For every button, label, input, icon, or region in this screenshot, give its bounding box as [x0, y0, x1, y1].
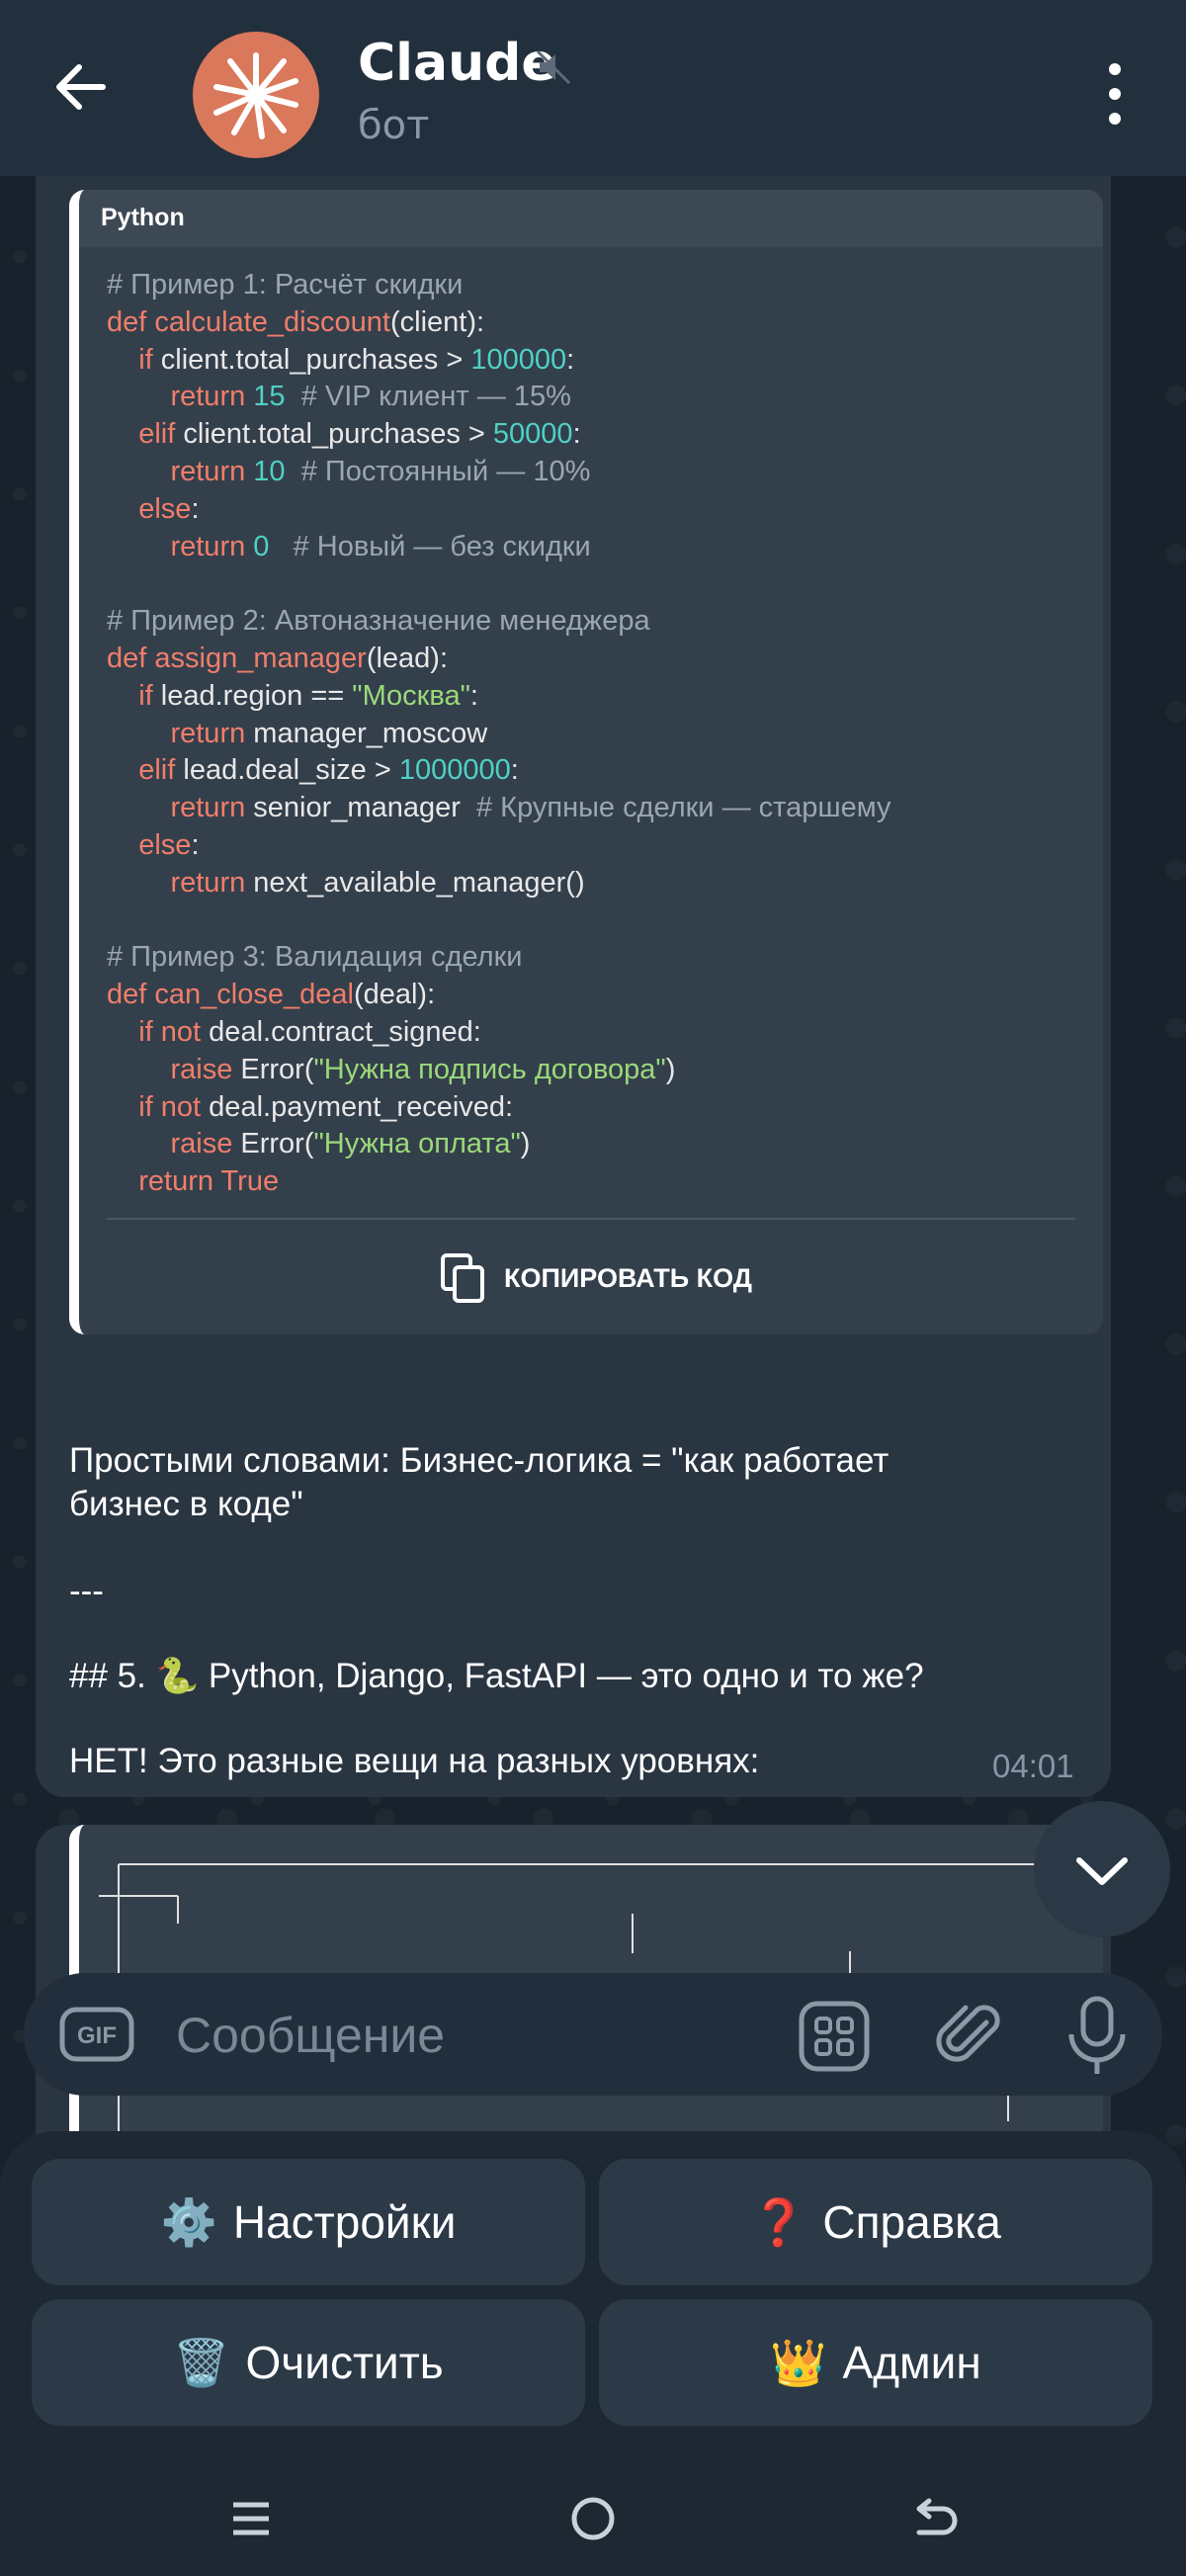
- claude-starburst-icon: [213, 52, 298, 139]
- code-line: return True: [138, 1165, 280, 1198]
- admin-button[interactable]: 👑 Админ: [599, 2299, 1152, 2426]
- avatar[interactable]: [193, 32, 319, 158]
- gear-icon: ⚙️: [160, 2195, 217, 2248]
- clear-button-label: Очистить: [245, 2337, 444, 2388]
- home-circle-icon[interactable]: [569, 2495, 617, 2542]
- chat-header: Claude бот: [0, 0, 1186, 176]
- code-line: return next_available_manager(): [170, 866, 585, 899]
- message-text-line: бизнес в коде": [69, 1485, 303, 1523]
- system-nav-bar: [0, 2457, 1186, 2576]
- code-line: if not deal.payment_received:: [138, 1090, 514, 1123]
- message-text-line: ---: [69, 1572, 104, 1610]
- code-line: # Пример 2: Автоназначение менеджера: [107, 605, 650, 638]
- message-time: 04:01: [992, 1748, 1074, 1784]
- copy-icon: [441, 1253, 484, 1303]
- code-line: if lead.region == "Москва":: [138, 679, 478, 712]
- copy-code-button[interactable]: КОПИРОВАТЬ КОД: [79, 1228, 1103, 1327]
- help-button-label: Справка: [822, 2196, 1001, 2248]
- code-line: elif lead.deal_size > 1000000:: [138, 754, 519, 787]
- code-header: Python: [79, 190, 1103, 247]
- code-line: raise Error("Нужна подпись договора"): [170, 1053, 676, 1085]
- code-line: def can_close_deal(deal):: [107, 979, 436, 1011]
- gif-label: GIF: [77, 2022, 117, 2049]
- message-text-line: Простыми словами: Бизнес-логика = "как р…: [69, 1441, 890, 1480]
- chat-subtitle: бот: [358, 103, 430, 148]
- code-line: raise Error("Нужна оплата"): [170, 1128, 531, 1160]
- code-line: def assign_manager(lead):: [107, 642, 449, 674]
- code-line: if not deal.contract_signed:: [138, 1015, 481, 1048]
- code-line: elif client.total_purchases > 50000:: [138, 418, 581, 451]
- crown-icon: 👑: [770, 2336, 827, 2388]
- chevron-down-icon: [1076, 1857, 1128, 1885]
- code-line: return manager_moscow: [170, 717, 488, 749]
- code-line: return 15 # VIP клиент — 15%: [170, 381, 571, 413]
- admin-button-label: Админ: [842, 2337, 981, 2388]
- code-body: # Пример 1: Расчёт скидки def calculate_d…: [107, 267, 1095, 1201]
- settings-button[interactable]: ⚙️ Настройки: [32, 2159, 585, 2285]
- chat-screen: Python # Пример 1: Расчёт скидки def calc…: [0, 0, 1186, 2576]
- message-text-line: НЕТ! Это разные вещи на разных уровнях:: [69, 1742, 760, 1780]
- message-text-line: ## 5. 🐍 Python, Django, FastAPI — это од…: [69, 1657, 924, 1695]
- code-line: return senior_manager # Крупные сделки —…: [170, 792, 891, 824]
- code-line: return 10 # Постоянный — 10%: [170, 455, 591, 487]
- three-dots-vertical-icon[interactable]: [1095, 59, 1135, 129]
- speaker-muted-icon: [536, 49, 571, 85]
- code-line: # Пример 3: Валидация сделки: [107, 941, 523, 974]
- code-block: Python # Пример 1: Расчёт скидки def calc…: [69, 190, 1103, 1334]
- code-line: # Пример 1: Расчёт скидки: [107, 269, 464, 301]
- code-language-label: Python: [101, 204, 185, 231]
- grid-icon[interactable]: [799, 2001, 870, 2072]
- code-line: def calculate_discount(client):: [107, 305, 485, 338]
- settings-button-label: Настройки: [232, 2196, 457, 2248]
- copy-code-label: КОПИРОВАТЬ КОД: [504, 1263, 753, 1293]
- code-line: if client.total_purchases > 100000:: [138, 343, 575, 376]
- question-mark-icon: ❓: [750, 2195, 807, 2248]
- paperclip-icon[interactable]: [933, 1999, 1008, 2074]
- code-line: return 0 # Новый — без скидки: [170, 530, 591, 562]
- scroll-down-button[interactable]: [1034, 1801, 1170, 1937]
- clear-button[interactable]: 🗑️ Очистить: [32, 2299, 585, 2426]
- trash-icon: 🗑️: [173, 2336, 230, 2388]
- gif-icon[interactable]: GIF: [59, 2007, 134, 2062]
- code-divider: [107, 1218, 1075, 1220]
- code-line: else:: [138, 828, 200, 861]
- message-input-bar: GIF: [24, 1973, 1162, 2096]
- arrow-left-icon[interactable]: [47, 51, 119, 123]
- bot-keyboard-panel: ⚙️ Настройки ❓ Справка 🗑️ Очистить 👑 Адм…: [0, 2131, 1186, 2457]
- microphone-icon[interactable]: [1063, 1995, 1131, 2078]
- code-line: else:: [138, 492, 200, 525]
- recents-icon[interactable]: [227, 2495, 275, 2542]
- help-button[interactable]: ❓ Справка: [599, 2159, 1152, 2285]
- chat-title[interactable]: Claude: [358, 34, 556, 93]
- back-arrow-icon[interactable]: [909, 2493, 961, 2544]
- message-input[interactable]: [174, 2001, 771, 2070]
